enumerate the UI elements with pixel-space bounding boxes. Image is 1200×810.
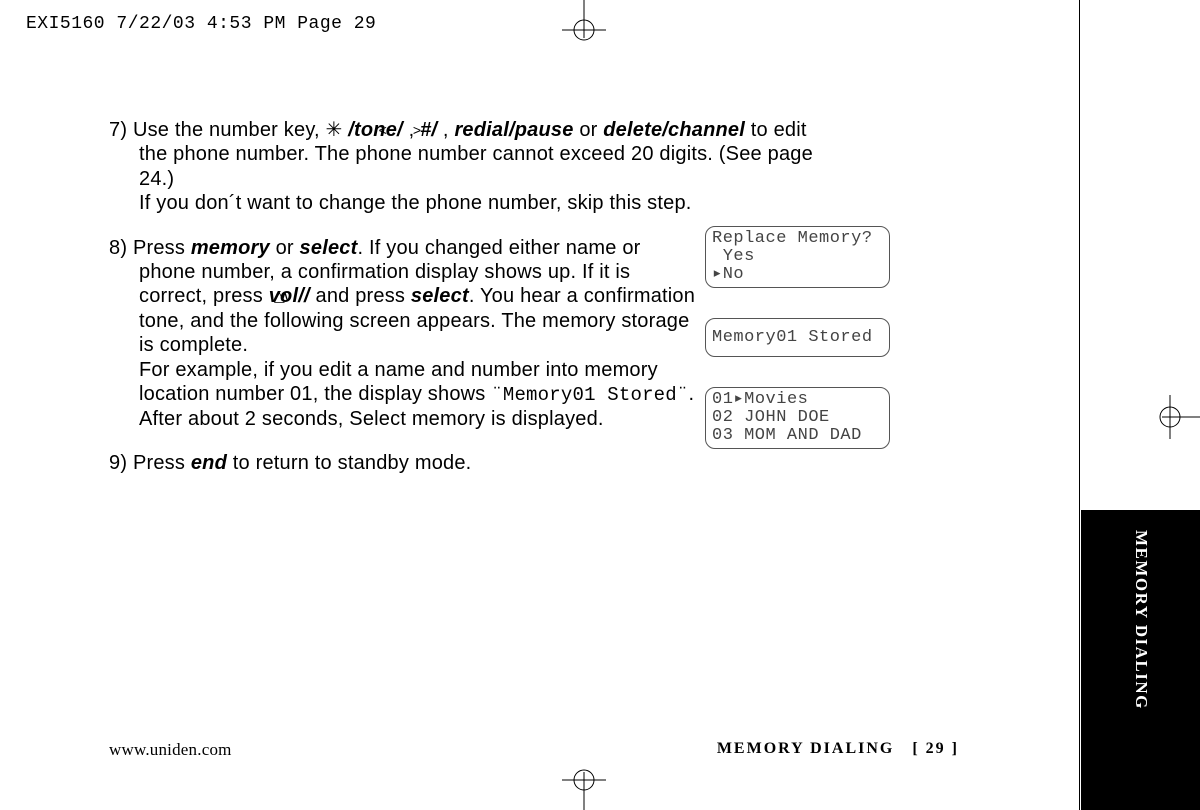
key-hash: #/ [420, 119, 443, 141]
text: 7) Use the number key, [109, 119, 326, 141]
crop-mark-bottom [560, 762, 608, 810]
step-7: 7) Use the number key, ✳ /tone/ <, #/ >,… [109, 118, 839, 216]
key-delete-channel: delete/channel [603, 119, 745, 141]
margin-rule [1079, 0, 1080, 810]
text: 9) Press [109, 452, 191, 474]
key-redial-pause: redial/pause [454, 119, 573, 141]
footer-section-name: MEMORY DIALING [717, 740, 895, 757]
text: or [574, 119, 604, 141]
text: to return to standby mode. [227, 452, 471, 474]
footer-page-number: [ 29 ] [912, 740, 959, 757]
text: and press [310, 285, 411, 307]
key-tone: /tone/ [343, 119, 409, 141]
lcd-memory-stored: Memory01 Stored [705, 318, 890, 358]
footer-url: www.uniden.com [109, 740, 232, 759]
text: If you don´t want to change the phone nu… [139, 192, 692, 214]
footer-section: MEMORY DIALING [ 29 ] [717, 740, 959, 758]
step-9: 9) Press end to return to standby mode. [109, 451, 699, 475]
lcd-replace-memory: Replace Memory? Yes ▸No [705, 226, 890, 288]
thumb-tab-label: MEMORY DIALING [1131, 530, 1151, 710]
inline-lcd-text: ¨Memory01 Stored¨ [491, 384, 688, 406]
footer: www.uniden.com MEMORY DIALING [ 29 ] [109, 740, 959, 760]
step-8: 8) Press memory or select. If you change… [109, 236, 699, 432]
key-select: select [300, 237, 358, 259]
crop-mark-right [1152, 393, 1200, 441]
crop-mark-top [560, 0, 608, 48]
star-icon: ✳ [326, 119, 343, 141]
text: , [443, 119, 455, 141]
text: or [270, 237, 300, 259]
lcd-displays: Replace Memory? Yes ▸No Memory01 Stored … [705, 226, 890, 479]
key-memory: memory [191, 237, 270, 259]
key-select-2: select [411, 285, 469, 307]
lcd-memory-list: 01▸Movies 02 JOHN DOE 03 MOM AND DAD [705, 387, 890, 449]
key-end: end [191, 452, 227, 474]
text: 8) Press [109, 237, 191, 259]
prepress-header: EXI5160 7/22/03 4:53 PM Page 29 [26, 14, 376, 34]
